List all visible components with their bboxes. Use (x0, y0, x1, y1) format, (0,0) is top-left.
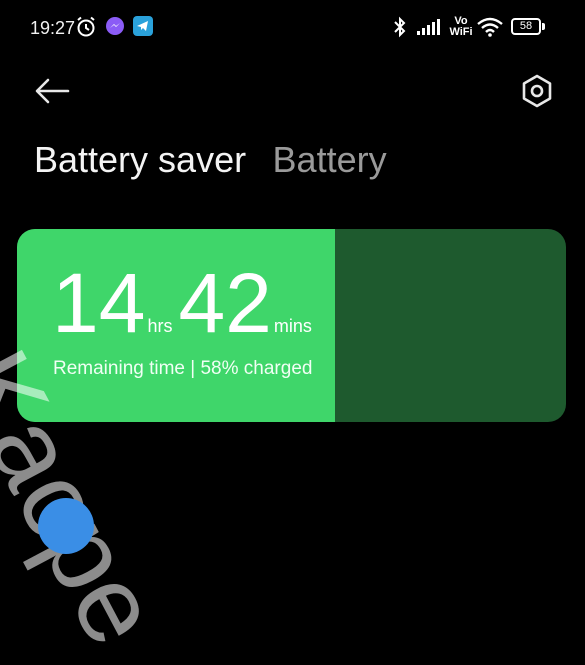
status-time: 19:27 (30, 18, 76, 38)
vowifi-icon: Vo WiFi (449, 16, 473, 38)
tab-bar: Battery saver Battery (34, 139, 409, 181)
hexagon-gear-icon (522, 74, 552, 108)
vowifi-bottom-label: WiFi (449, 26, 473, 38)
signal-icon (416, 18, 444, 41)
alarm-icon (76, 16, 96, 43)
tab-battery-saver[interactable]: Battery saver (34, 139, 246, 181)
battery-level-text: 58 (519, 20, 533, 32)
telegram-icon (133, 16, 153, 41)
battery-remaining-card: 14 hrs42 mins Remaining time | 58% charged (17, 229, 566, 422)
messenger-icon (105, 16, 125, 41)
wifi-icon (477, 17, 503, 42)
list-item[interactable] (0, 490, 585, 554)
hours-unit: hrs (147, 316, 173, 336)
remaining-minutes: 42 (178, 256, 272, 350)
list-item-icon (38, 498, 94, 554)
settings-button[interactable] (518, 72, 556, 110)
remaining-caption: Remaining time | 58% charged (53, 358, 313, 379)
arrow-left-icon (35, 78, 70, 104)
remaining-hours: 14 (52, 256, 146, 350)
tab-battery[interactable]: Battery (273, 139, 387, 181)
back-button[interactable] (32, 73, 72, 109)
remaining-time: 14 hrs42 mins (52, 261, 318, 345)
bluetooth-icon (392, 16, 408, 43)
minutes-unit: mins (273, 316, 312, 336)
battery-icon: 58 (511, 18, 541, 35)
battery-cap (542, 23, 545, 30)
status-bar: 19:27 Vo WiFi 58 (0, 0, 585, 58)
